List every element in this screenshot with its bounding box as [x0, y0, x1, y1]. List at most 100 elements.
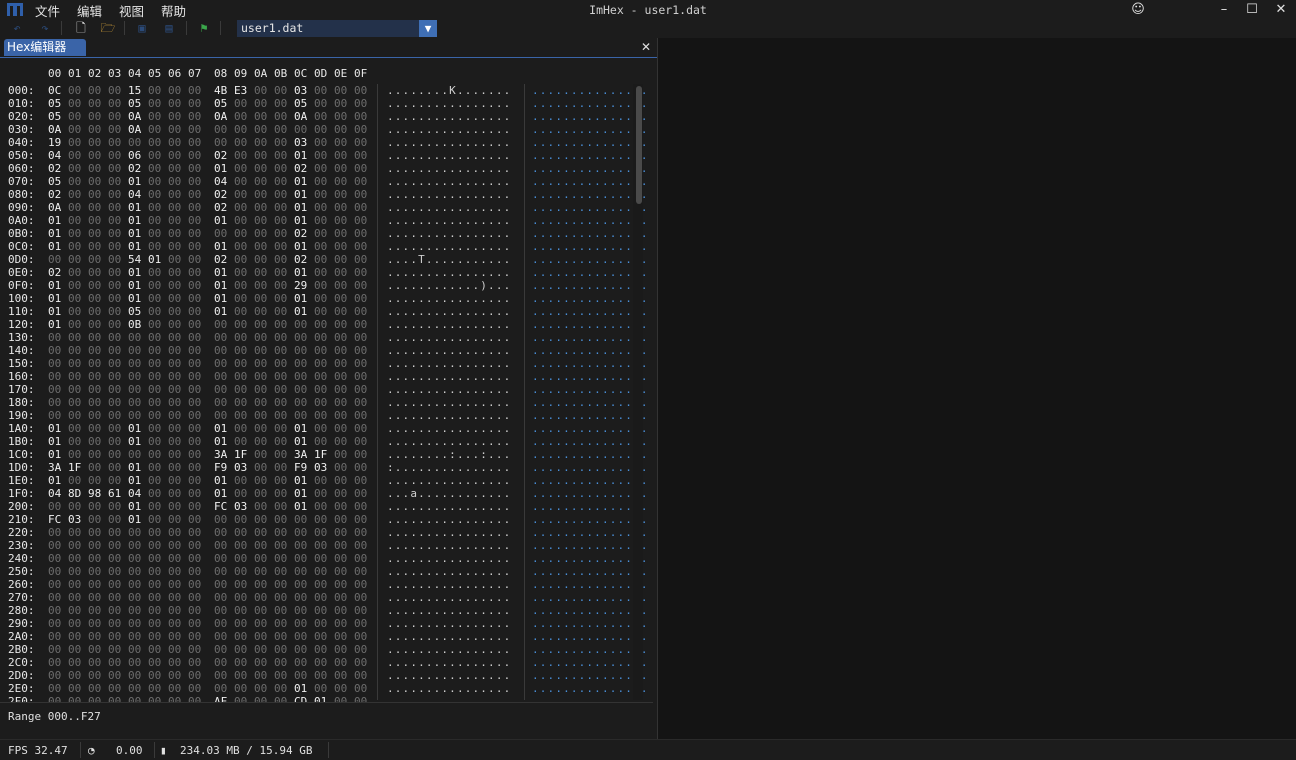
decoded-column[interactable]: ................: [532, 279, 648, 292]
hex-byte[interactable]: 00: [254, 669, 267, 682]
hex-byte[interactable]: 00: [168, 409, 181, 422]
hex-row[interactable]: 0A0: 01 00 00 00 01 00 00 00 01 00 00 00 01 00 00 00....…: [4, 214, 648, 227]
hex-byte[interactable]: 00: [314, 565, 327, 578]
hex-byte[interactable]: 00: [294, 617, 307, 630]
hex-byte[interactable]: 00: [168, 318, 181, 331]
hex-byte[interactable]: 00: [274, 97, 287, 110]
hex-byte[interactable]: 00: [334, 500, 347, 513]
hex-byte[interactable]: 00: [274, 448, 287, 461]
ascii-column[interactable]: ................: [387, 188, 511, 201]
hex-byte[interactable]: 00: [314, 123, 327, 136]
hex-byte[interactable]: 00: [274, 201, 287, 214]
hex-byte[interactable]: 00: [188, 461, 201, 474]
decoded-column[interactable]: ................: [532, 240, 648, 253]
hex-byte[interactable]: 8D: [68, 487, 81, 500]
hex-byte[interactable]: 00: [234, 331, 247, 344]
hex-row[interactable]: 190: 00 00 00 00 00 00 00 00 00 00 00 00 00 00 00 00....…: [4, 409, 648, 422]
hex-byte[interactable]: 00: [354, 266, 367, 279]
hex-byte[interactable]: 00: [168, 123, 181, 136]
hex-row[interactable]: 1D0: 3A 1F 00 00 01 00 00 00 F9 03 00 00 F9 03 00 00:...…: [4, 461, 648, 474]
hex-byte[interactable]: F9: [294, 461, 307, 474]
hex-byte[interactable]: 00: [334, 344, 347, 357]
hex-byte[interactable]: 00: [234, 422, 247, 435]
hex-byte[interactable]: 00: [274, 396, 287, 409]
hex-byte[interactable]: 00: [274, 409, 287, 422]
hex-byte[interactable]: 00: [108, 162, 121, 175]
hex-byte[interactable]: 00: [314, 162, 327, 175]
hex-byte[interactable]: 00: [254, 84, 267, 97]
hex-byte[interactable]: 00: [108, 136, 121, 149]
hex-byte[interactable]: 00: [334, 214, 347, 227]
hex-byte[interactable]: 00: [254, 370, 267, 383]
hex-byte[interactable]: 00: [128, 669, 141, 682]
hex-byte[interactable]: 00: [168, 84, 181, 97]
decoded-column[interactable]: ................: [532, 656, 648, 669]
hex-byte[interactable]: 00: [254, 162, 267, 175]
hex-byte[interactable]: 00: [274, 682, 287, 695]
hex-byte[interactable]: 00: [354, 344, 367, 357]
decoded-column[interactable]: ................: [532, 331, 648, 344]
hex-byte[interactable]: 00: [314, 669, 327, 682]
hex-byte[interactable]: 00: [334, 448, 347, 461]
hex-byte[interactable]: 00: [68, 422, 81, 435]
hex-byte[interactable]: 00: [254, 331, 267, 344]
hex-byte[interactable]: 00: [188, 253, 201, 266]
hex-byte[interactable]: FC: [214, 500, 227, 513]
hex-byte[interactable]: 00: [334, 227, 347, 240]
hex-byte[interactable]: 00: [214, 526, 227, 539]
hex-byte[interactable]: 00: [108, 292, 121, 305]
hex-byte[interactable]: 00: [128, 357, 141, 370]
hex-byte[interactable]: 00: [168, 357, 181, 370]
hex-byte[interactable]: 00: [188, 500, 201, 513]
hex-byte[interactable]: 00: [188, 201, 201, 214]
ascii-column[interactable]: ................: [387, 331, 511, 344]
hex-byte[interactable]: 00: [294, 565, 307, 578]
hex-byte[interactable]: 00: [68, 149, 81, 162]
hex-byte[interactable]: 00: [214, 682, 227, 695]
hex-byte[interactable]: 00: [88, 656, 101, 669]
hex-byte[interactable]: 00: [188, 409, 201, 422]
hex-byte[interactable]: 00: [254, 227, 267, 240]
hex-byte[interactable]: 00: [108, 682, 121, 695]
hex-byte[interactable]: 03: [294, 84, 307, 97]
hex-byte[interactable]: 00: [234, 383, 247, 396]
save-icon[interactable]: ▣: [134, 20, 150, 36]
decoded-column[interactable]: ................: [532, 318, 648, 331]
hex-byte[interactable]: 00: [88, 201, 101, 214]
hex-byte[interactable]: 00: [254, 292, 267, 305]
hex-byte[interactable]: 00: [234, 630, 247, 643]
hex-row[interactable]: 010: 05 00 00 00 05 00 00 00 05 00 00 00 05 00 00 00....…: [4, 97, 648, 110]
hex-byte[interactable]: 00: [188, 513, 201, 526]
decoded-column[interactable]: ................: [532, 84, 648, 97]
maximize-button[interactable]: ☐: [1238, 0, 1266, 19]
hex-byte[interactable]: 00: [108, 110, 121, 123]
hex-byte[interactable]: 00: [108, 617, 121, 630]
hex-byte[interactable]: 03: [234, 461, 247, 474]
hex-byte[interactable]: 0A: [294, 110, 307, 123]
hex-byte[interactable]: 00: [274, 656, 287, 669]
hex-byte[interactable]: 00: [294, 526, 307, 539]
hex-byte[interactable]: 98: [88, 487, 101, 500]
hex-byte[interactable]: 00: [68, 435, 81, 448]
hex-byte[interactable]: 00: [68, 253, 81, 266]
hex-byte[interactable]: 00: [168, 110, 181, 123]
hex-byte[interactable]: 00: [234, 695, 247, 702]
hex-byte[interactable]: 00: [148, 461, 161, 474]
hex-byte[interactable]: 00: [68, 630, 81, 643]
hex-byte[interactable]: 00: [108, 565, 121, 578]
hex-byte[interactable]: 00: [354, 188, 367, 201]
hex-row[interactable]: 070: 05 00 00 00 01 00 00 00 04 00 00 00 01 00 00 00....…: [4, 175, 648, 188]
ascii-column[interactable]: ................: [387, 682, 511, 695]
ascii-column[interactable]: ................: [387, 175, 511, 188]
hex-byte[interactable]: 00: [254, 630, 267, 643]
hex-byte[interactable]: 01: [214, 214, 227, 227]
hex-byte[interactable]: 01: [48, 448, 61, 461]
hex-byte[interactable]: 00: [168, 474, 181, 487]
hex-byte[interactable]: 00: [188, 487, 201, 500]
hex-byte[interactable]: 00: [88, 331, 101, 344]
hex-byte[interactable]: 00: [314, 500, 327, 513]
hex-row[interactable]: 000: 0C 00 00 00 15 00 00 00 4B E3 00 00 03 00 00 00....…: [4, 84, 648, 97]
hex-byte[interactable]: 00: [148, 578, 161, 591]
hex-byte[interactable]: 00: [254, 344, 267, 357]
hex-byte[interactable]: 00: [314, 357, 327, 370]
